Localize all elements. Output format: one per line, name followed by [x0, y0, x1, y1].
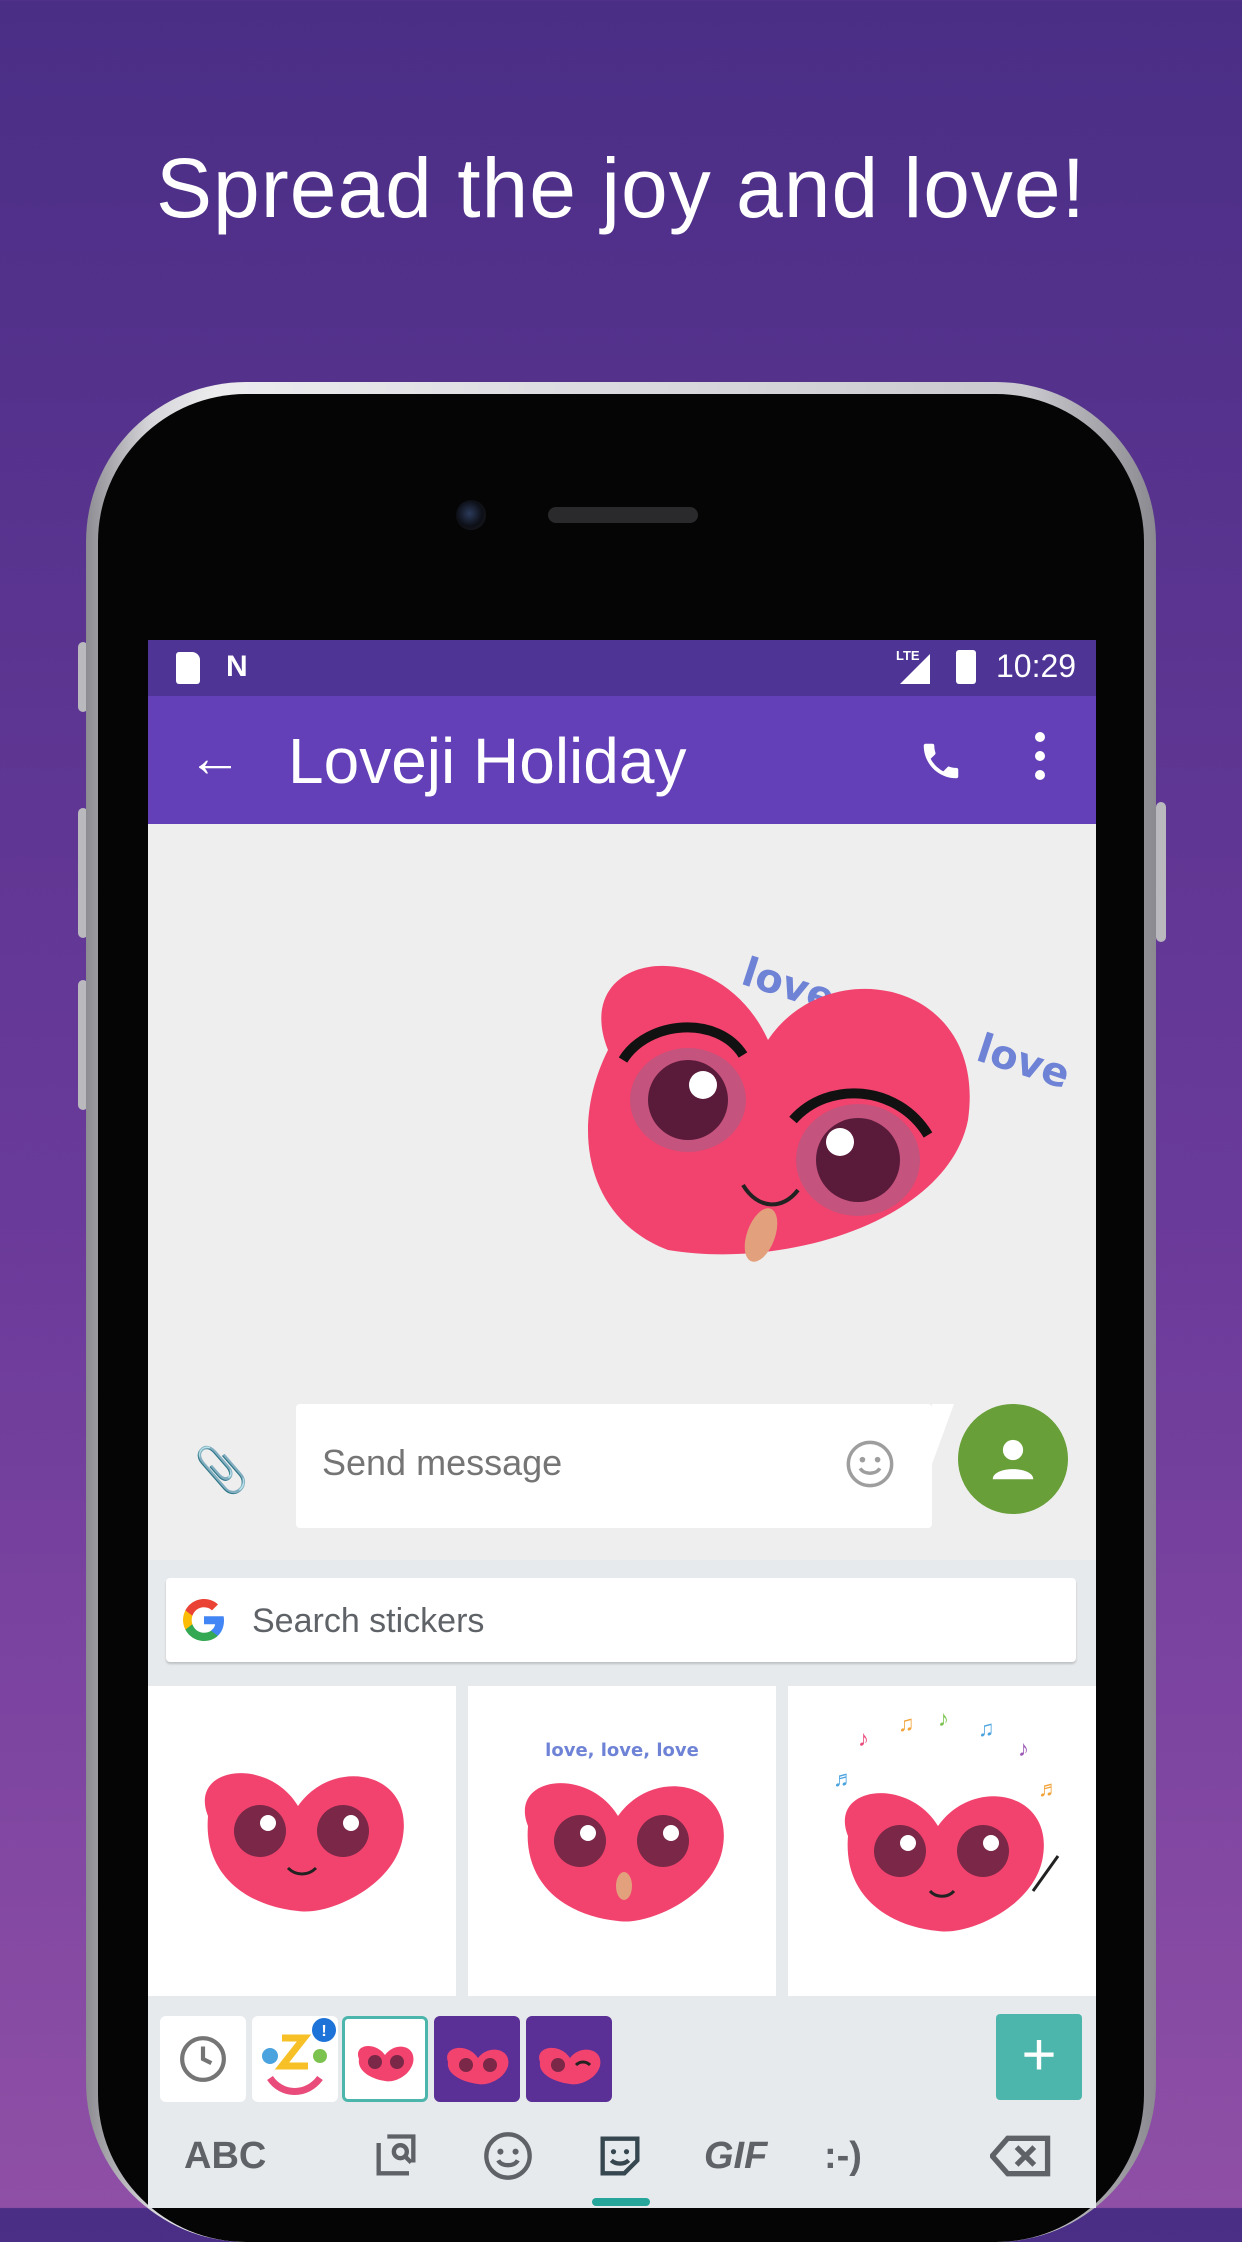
emoticon-button[interactable]: :-) [824, 2126, 862, 2186]
sticker-cell[interactable] [148, 1686, 456, 1996]
sticker-cell[interactable]: love, love, love [468, 1686, 776, 1996]
clock-icon [180, 2036, 226, 2082]
headline: Spread the joy and love! [156, 141, 1086, 235]
status-time: 10:29 [996, 648, 1077, 684]
sticker-caption-text: love, love, love [545, 1740, 699, 1761]
app-bar: ← Loveji Holiday [148, 696, 1096, 824]
message-placeholder: Send message [322, 1442, 563, 1483]
keyboard-mode-bar: ABC GIF :-) [148, 2102, 1096, 2208]
svg-text:♪: ♪ [1018, 1736, 1029, 1761]
sticker-pack-tab[interactable]: ! [252, 2016, 338, 2102]
backspace-icon[interactable] [990, 2126, 1052, 2186]
front-camera [456, 500, 486, 530]
earpiece-speaker [548, 507, 698, 523]
heart-sticker-image: love, love, love [524, 1740, 724, 1922]
sticker-pack-tab[interactable] [526, 2016, 612, 2102]
conversation-title: Loveji Holiday [288, 725, 687, 797]
svg-text:♬: ♬ [1038, 1776, 1060, 1801]
sticker-search-bar[interactable]: Search stickers [166, 1578, 1076, 1662]
recent-stickers-tab[interactable] [160, 2016, 246, 2102]
n-logo-icon: N [226, 650, 248, 683]
phone-icon[interactable] [918, 738, 964, 784]
sticker-message[interactable]: love, love, love [528, 890, 1096, 1310]
keyboard-search-icon[interactable] [370, 2126, 422, 2186]
contact-button[interactable] [958, 1404, 1068, 1514]
sd-card-icon [176, 652, 200, 684]
add-sticker-pack-button[interactable]: + [996, 2014, 1082, 2100]
svg-text:♪: ♪ [938, 1706, 949, 1731]
power-button [1156, 802, 1166, 942]
active-tab-indicator [592, 2198, 650, 2206]
gif-button[interactable]: GIF [704, 2126, 767, 2186]
svg-text:♫: ♫ [978, 1716, 995, 1741]
svg-text:♫: ♫ [898, 1711, 915, 1736]
phone-screen: N LTE 10:29 ← Loveji Holiday love, love,… [148, 640, 1096, 2208]
sticker-pack-bar: ! + [148, 2006, 1096, 2102]
attach-icon[interactable]: 📎 [194, 1444, 249, 1496]
back-arrow-icon[interactable]: ← [188, 726, 242, 790]
pack-thumbnail [447, 2047, 509, 2085]
heart-sticker-image [204, 1773, 404, 1912]
pack-thumbnail: ! [262, 2018, 336, 2095]
sticker-cell[interactable]: ♪ ♫ ♪ ♫ ♪ ♬ ♬ [788, 1686, 1096, 1996]
emoji-icon[interactable] [844, 1438, 896, 1490]
sticker-pack-tab[interactable] [434, 2016, 520, 2102]
pack-thumbnail [539, 2047, 601, 2085]
battery-icon [956, 650, 976, 684]
sticker-icon[interactable] [594, 2126, 646, 2186]
heart-sticker-image: love, love, love [588, 949, 1075, 1262]
svg-text:♬: ♬ [833, 1766, 855, 1791]
pack-badge: ! [321, 2023, 326, 2040]
pack-thumbnail [357, 2045, 414, 2082]
sticker-keyboard: Search stickers love, love, love ♪ ♫ ♪ ♫… [148, 1560, 1096, 2208]
svg-text:♪: ♪ [858, 1726, 869, 1751]
compose-row: 📎 Send message [148, 1392, 1096, 1552]
heart-sticker-image: ♪ ♫ ♪ ♫ ♪ ♬ ♬ [833, 1706, 1060, 1932]
sticker-grid: love, love, love ♪ ♫ ♪ ♫ ♪ ♬ ♬ [148, 1686, 1096, 1996]
person-icon [992, 1439, 1034, 1480]
message-input[interactable]: Send message [296, 1404, 954, 1528]
more-vert-icon[interactable] [1034, 732, 1046, 788]
signal-icon [900, 654, 930, 684]
sticker-pack-tab-selected[interactable] [342, 2016, 428, 2102]
status-bar: N LTE 10:29 [148, 640, 1096, 696]
google-g-icon [183, 1599, 224, 1641]
smiley-icon[interactable] [482, 2126, 534, 2186]
search-placeholder: Search stickers [252, 1602, 485, 1640]
abc-keyboard-button[interactable]: ABC [184, 2126, 266, 2186]
